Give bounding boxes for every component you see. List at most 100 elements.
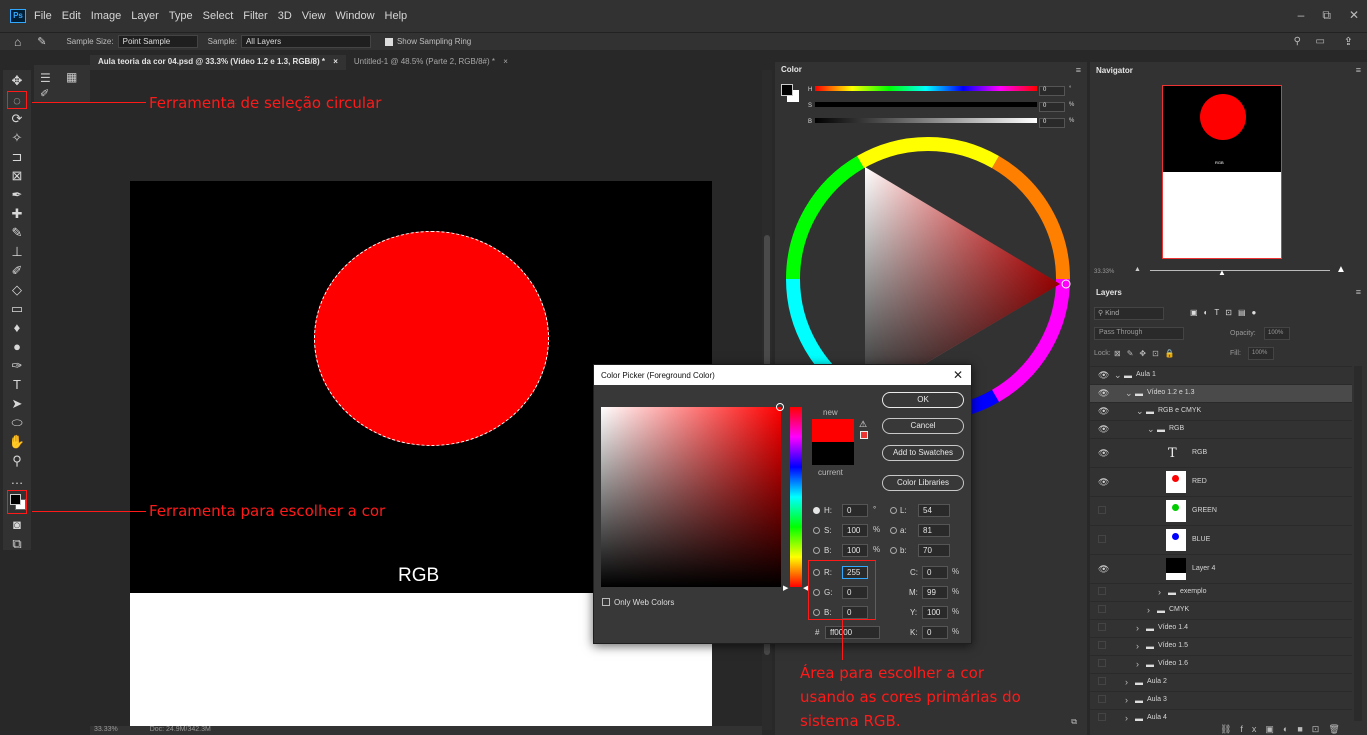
cancel-button[interactable]: Cancel	[882, 418, 964, 434]
radio-h[interactable]	[813, 507, 820, 514]
chevron-right-icon[interactable]: ›	[1136, 659, 1139, 669]
radio-g[interactable]	[813, 589, 820, 596]
hue-value[interactable]: 0	[1039, 86, 1065, 96]
chevron-right-icon[interactable]: ›	[1158, 587, 1161, 597]
menu-view[interactable]: View	[302, 10, 326, 22]
menu-window[interactable]: Window	[335, 10, 374, 22]
opacity-field[interactable]: 100%	[1264, 327, 1290, 340]
radio-lab-b[interactable]	[890, 547, 897, 554]
menu-edit[interactable]: Edit	[62, 10, 81, 22]
clone-stamp-icon[interactable]: ⊥	[7, 243, 27, 261]
color-field[interactable]	[601, 407, 781, 587]
lasso-icon[interactable]: ⟳	[7, 110, 27, 128]
radio-s[interactable]	[813, 527, 820, 534]
properties-icon[interactable]: ☰	[40, 71, 51, 85]
more-tools-icon[interactable]: …	[7, 471, 27, 489]
blur-icon[interactable]: ♦	[7, 319, 27, 337]
layer-row[interactable]: › ▬ Vídeo 1.5	[1090, 637, 1352, 655]
filter-icons[interactable]: ▣◐T⊡▤●	[1190, 308, 1262, 317]
layer-row[interactable]: › ▬ Aula 3	[1090, 691, 1352, 709]
out-of-gamut-icon[interactable]: ⚠	[859, 419, 867, 430]
chevron-down-icon[interactable]: ⌄	[1114, 370, 1122, 381]
layers-tab[interactable]: Layers	[1090, 284, 1128, 301]
frame-icon[interactable]: ⊠	[7, 167, 27, 185]
field-r[interactable]: 255	[842, 566, 868, 579]
search-icon[interactable]: ⚲	[1294, 36, 1301, 47]
hue-slider-arrow-left[interactable]: ▶	[783, 584, 788, 592]
close-window-button[interactable]: ✕	[1349, 8, 1359, 23]
menu-image[interactable]: Image	[91, 10, 122, 22]
layer-row[interactable]: 👁 Layer 4	[1090, 554, 1352, 583]
restore-button[interactable]: ⧉	[1322, 8, 1331, 23]
layer-row[interactable]: 👁 ⌄ ▬ Vídeo 1.2 e 1.3	[1090, 384, 1352, 402]
crop-icon[interactable]: ⊐	[7, 148, 27, 166]
hue-slider[interactable]	[815, 86, 1037, 91]
chevron-right-icon[interactable]: ›	[1125, 713, 1128, 723]
color-tab[interactable]: Color	[775, 62, 815, 77]
field-c[interactable]: 0	[922, 566, 948, 579]
layer-row[interactable]: › ▬ Aula 2	[1090, 673, 1352, 691]
field-k[interactable]: 0	[922, 626, 948, 639]
move-tool-icon[interactable]: ✥	[7, 72, 27, 90]
menu-layer[interactable]: Layer	[131, 10, 159, 22]
show-ring-checkbox[interactable]	[384, 37, 393, 46]
tab-close-icon[interactable]: ×	[333, 57, 338, 66]
visibility-off-icon[interactable]	[1098, 713, 1106, 721]
menu-3d[interactable]: 3D	[278, 10, 292, 22]
layer-row[interactable]: 👁 T RGB	[1090, 438, 1352, 467]
color-field-marker[interactable]	[776, 403, 784, 411]
chevron-right-icon[interactable]: ›	[1136, 623, 1139, 633]
elliptical-marquee-icon[interactable]: ◌	[7, 91, 27, 109]
brightness-slider[interactable]	[815, 118, 1037, 123]
picker-hue-slider[interactable]	[790, 407, 802, 587]
field-m[interactable]: 99	[922, 586, 948, 599]
layer-row[interactable]: › ▬ Vídeo 1.4	[1090, 619, 1352, 637]
layer-row[interactable]: GREEN	[1090, 496, 1352, 525]
grid-icon[interactable]: ▦	[66, 70, 77, 84]
brightness-value[interactable]: 0	[1039, 118, 1065, 128]
share-icon[interactable]: ⇪	[1344, 35, 1353, 48]
menu-select[interactable]: Select	[203, 10, 234, 22]
visibility-eye-icon[interactable]: 👁	[1098, 370, 1109, 381]
menu-file[interactable]: File	[34, 10, 52, 22]
layer-row[interactable]: › ▬ CMYK	[1090, 601, 1352, 619]
field-h[interactable]: 0	[842, 504, 868, 517]
menu-type[interactable]: Type	[169, 10, 193, 22]
path-selection-icon[interactable]: ➤	[7, 395, 27, 413]
visibility-off-icon[interactable]	[1098, 695, 1106, 703]
radio-l[interactable]	[890, 507, 897, 514]
nav-zoom-handle[interactable]: ▲	[1218, 268, 1226, 277]
visibility-eye-icon[interactable]: 👁	[1098, 477, 1109, 488]
visibility-eye-icon[interactable]: 👁	[1098, 448, 1109, 459]
lock-icons[interactable]: ⊠✎✥⊡🔒	[1114, 349, 1181, 358]
tab-untitled[interactable]: Untitled-1 @ 48.5% (Parte 2, RGB/8#) * ×	[346, 55, 516, 70]
visibility-off-icon[interactable]	[1098, 677, 1106, 685]
radio-a[interactable]	[890, 527, 897, 534]
add-to-swatches-button[interactable]: Add to Swatches	[882, 445, 964, 461]
chevron-right-icon[interactable]: ›	[1147, 605, 1150, 615]
foreground-color-swatch[interactable]	[10, 494, 21, 505]
chevron-down-icon[interactable]: ⌄	[1136, 406, 1144, 417]
layer-actions[interactable]: ⛓fx▣◐■⊡🗑	[1220, 724, 1349, 735]
saturation-value[interactable]: 0	[1039, 102, 1065, 112]
field-l[interactable]: 54	[918, 504, 950, 517]
saturation-slider[interactable]	[815, 102, 1037, 107]
tab-aula-teoria[interactable]: Aula teoria da cor 04.psd @ 33.3% (Vídeo…	[90, 55, 346, 70]
brush-settings-icon[interactable]: ✐	[40, 87, 49, 100]
current-color-swatch[interactable]	[812, 442, 854, 465]
nav-zoom-slider[interactable]	[1150, 270, 1330, 271]
field-y[interactable]: 100	[922, 606, 948, 619]
visibility-off-icon[interactable]	[1098, 534, 1106, 543]
blend-mode-select[interactable]: Pass Through	[1094, 327, 1184, 340]
visibility-off-icon[interactable]	[1098, 659, 1106, 667]
eraser-icon[interactable]: ◇	[7, 281, 27, 299]
quick-mask-icon[interactable]: ◙	[7, 516, 27, 534]
radio-rgb-b[interactable]	[813, 609, 820, 616]
foreground-background-swatch[interactable]	[7, 490, 27, 514]
tab-close-icon[interactable]: ×	[503, 57, 508, 66]
layer-row[interactable]: › ▬ Vídeo 1.6	[1090, 655, 1352, 673]
visibility-off-icon[interactable]	[1098, 623, 1106, 631]
layer-row[interactable]: 👁 ⌄ ▬ RGB	[1090, 420, 1352, 438]
field-rgb-b[interactable]: 0	[842, 606, 868, 619]
navigator-thumbnail[interactable]: RGB	[1162, 85, 1282, 259]
